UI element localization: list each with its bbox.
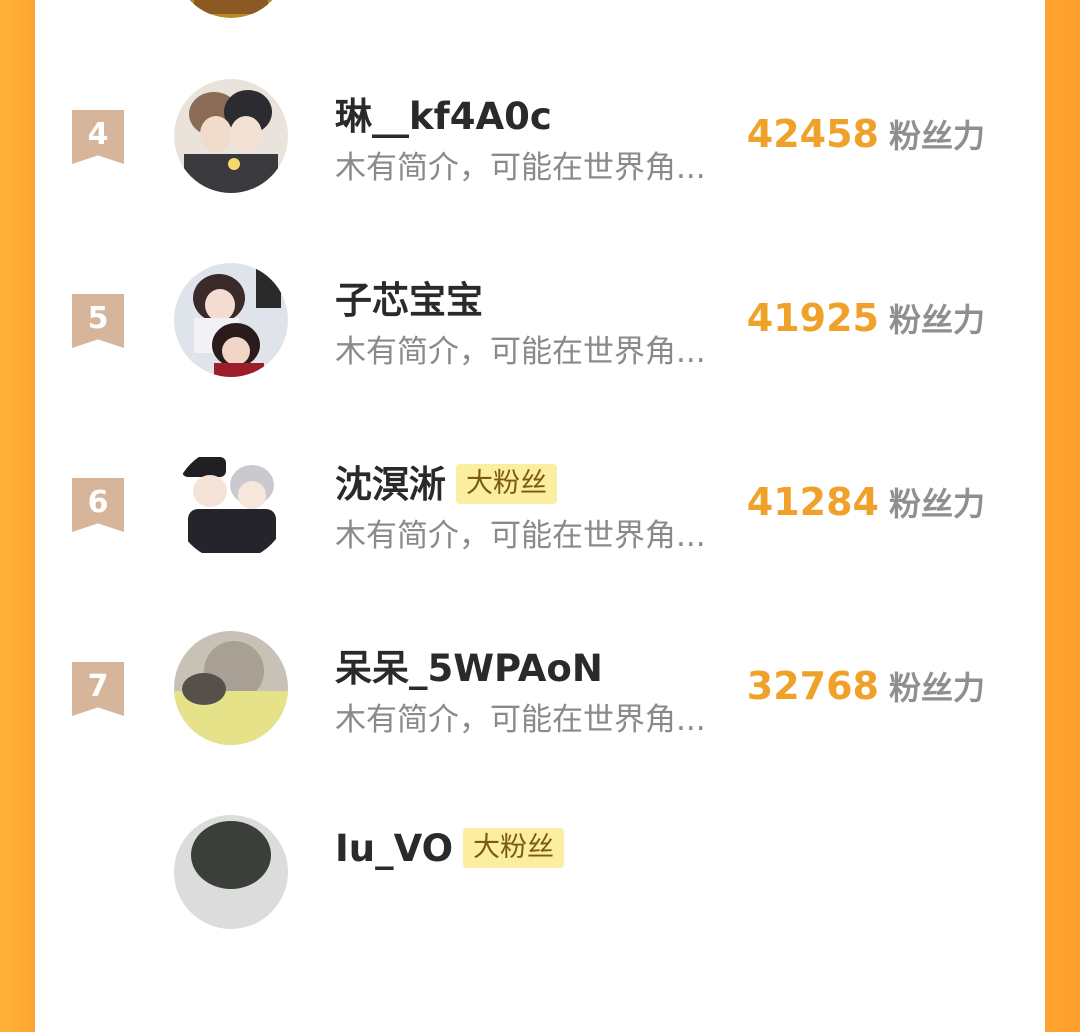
fan-power-unit: 粉丝力 (888, 669, 985, 707)
big-fan-badge: 大粉丝 (456, 463, 557, 504)
fan-power: 41925 粉丝力 (747, 291, 985, 353)
avatar-image (174, 79, 288, 193)
user-name-text: 沈溟淅 (335, 463, 446, 506)
user-name-text: 子芯宝宝 (335, 279, 483, 322)
list-item[interactable]: Iu_VO 大粉丝 (35, 815, 1045, 1032)
fan-power-value: 41284 (746, 480, 879, 524)
list-item[interactable]: 5 子芯宝宝 木有简介，可能在世界角... 41925 粉丝力 (35, 263, 1045, 480)
ranking-card: 4 琳__kf4A0c 木有简介，可能在世界角... 42458 粉丝力 5 子… (35, 0, 1045, 929)
rank-badge: 7 (72, 662, 124, 716)
fan-power: 32768 粉丝力 (747, 659, 985, 721)
rank-badge: 6 (72, 478, 124, 532)
avatar[interactable] (174, 631, 288, 745)
big-fan-badge: 大粉丝 (463, 827, 565, 868)
user-bio: 木有简介，可能在世界角... (335, 518, 706, 554)
user-bio: 木有简介，可能在世界角... (335, 702, 706, 738)
avatar[interactable] (174, 263, 288, 377)
avatar[interactable] (174, 0, 288, 18)
user-name[interactable]: 沈溟淅 大粉丝 (335, 460, 557, 510)
user-name-text: Iu_VO (335, 827, 454, 870)
list-item[interactable]: 6 沈溟淅 大粉丝 木有简介，可能在世界角... 41284 粉丝力 (35, 447, 1045, 664)
user-bio: 木有简介，可能在世界角... (335, 334, 706, 370)
avatar-image (174, 631, 288, 745)
user-name-text: 呆呆_5WPAoN (335, 647, 603, 690)
fan-power-unit: 粉丝力 (888, 301, 985, 339)
user-name[interactable]: Iu_VO 大粉丝 (335, 824, 565, 874)
user-name[interactable]: 呆呆_5WPAoN (335, 644, 603, 694)
avatar[interactable] (174, 447, 288, 561)
avatar-image (189, 0, 273, 18)
user-name[interactable]: 子芯宝宝 (335, 276, 483, 326)
fan-power-value: 41925 (746, 296, 879, 340)
avatar-image (174, 447, 288, 561)
fan-power: 42458 粉丝力 (747, 107, 985, 169)
fan-power-unit: 粉丝力 (888, 117, 985, 155)
user-name-text: 琳__kf4A0c (335, 95, 552, 138)
rank-badge: 5 (72, 294, 124, 348)
avatar[interactable] (174, 815, 288, 929)
fan-power-value: 42458 (746, 112, 879, 156)
list-item[interactable]: 4 琳__kf4A0c 木有简介，可能在世界角... 42458 粉丝力 (35, 79, 1045, 296)
list-item[interactable]: 7 呆呆_5WPAoN 木有简介，可能在世界角... 32768 粉丝力 (35, 631, 1045, 848)
avatar[interactable] (174, 79, 288, 193)
fan-power-value: 32768 (746, 664, 879, 708)
rank-badge: 4 (72, 110, 124, 164)
avatar-image (174, 815, 288, 929)
user-bio: 木有简介，可能在世界角... (335, 150, 706, 186)
user-name[interactable]: 琳__kf4A0c (335, 92, 552, 142)
fan-power: 41284 粉丝力 (747, 475, 985, 537)
avatar-image (174, 263, 288, 377)
fan-power-unit: 粉丝力 (888, 485, 985, 523)
